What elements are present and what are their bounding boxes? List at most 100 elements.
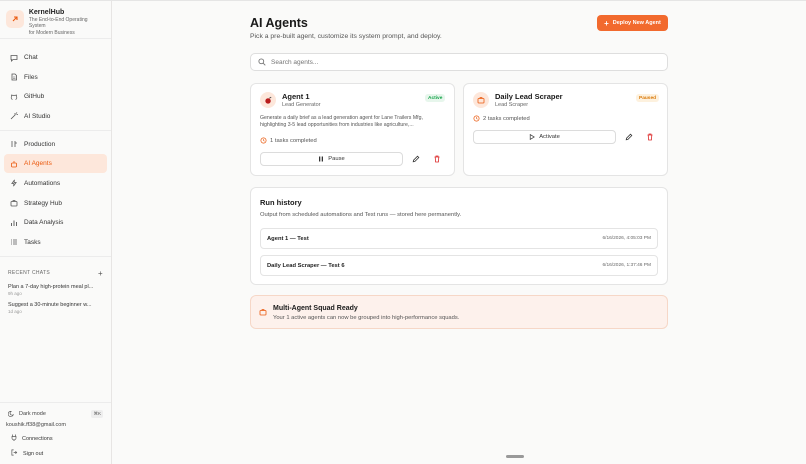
github-icon [9,92,18,101]
bot-icon [9,159,18,168]
agent-description-line: Generate a daily brief as a lead generat… [260,115,423,121]
file-icon [9,73,18,82]
activate-button-label: Activate [539,134,560,140]
squad-ready-banner: Multi-Agent Squad Ready Your 1 active ag… [250,295,668,329]
search-bar [250,53,668,71]
sidebar-item-label: AI Studio [24,112,51,120]
recent-chat-title: Plan a 7-day high-protein meal pl... [8,283,94,290]
logout-icon [11,449,18,458]
recent-chats-header: RECENT CHATS + [0,266,111,281]
brand-logo-icon [6,10,24,28]
tasks-icon [9,238,18,247]
dark-mode-toggle[interactable]: Dark mode ⌘K [6,407,105,420]
sidebar: KernelHub The End-to-End Operating Syste… [0,1,112,464]
sidebar-nav: Chat Files GitHub AI Studio Production A… [0,39,111,264]
sidebar-item-tasks[interactable]: Tasks [4,233,107,252]
sidebar-item-ai-agents[interactable]: AI Agents [4,154,107,174]
sidebar-item-label: Production [24,140,56,148]
run-history-title: Run history [260,198,302,207]
tasks-completed-label: 2 tasks completed [483,115,530,122]
activate-button[interactable]: Activate [473,130,616,144]
agent-role: Lead Scraper [495,102,529,108]
agent-role: Lead Generator [282,102,321,108]
scroll-handle[interactable] [506,455,524,458]
edit-icon[interactable] [623,131,635,143]
production-icon [9,140,18,149]
user-email: koushik.ff38@gmail.com [6,422,66,428]
run-history-panel: Run history Output from scheduled automa… [250,187,668,285]
squad-subtitle: Your 1 active agents can now be grouped … [273,315,460,321]
recent-chat-time: 9h ago [8,290,22,296]
run-history-row[interactable]: Daily Lead Scraper — Test 6 6/16/2026, 1… [260,255,658,276]
run-history-subtitle: Output from scheduled automations and Te… [260,212,462,218]
run-name: Daily Lead Scraper — Test 6 [267,262,345,269]
sidebar-item-data-analysis[interactable]: Data Analysis [4,213,107,232]
sidebar-item-files[interactable]: Files [4,68,107,87]
sidebar-item-label: Strategy Hub [24,199,62,207]
sidebar-item-label: Chat [24,54,38,61]
plus-icon: + [604,18,609,28]
pause-icon [318,156,324,162]
sidebar-item-production[interactable]: Production [4,135,107,154]
agent-name: Agent 1 [282,92,310,101]
recent-chat-item[interactable]: Suggest a 30-minute beginner w... 1d ago [0,299,111,317]
status-badge: Active [425,94,446,102]
pause-button-label: Pause [328,156,345,162]
sidebar-item-label: Data Analysis [24,219,64,227]
brand-tagline: The End-to-End Operating System [28,17,88,29]
dark-mode-row: Dark mode [8,410,46,417]
bar-chart-icon [9,218,18,227]
chat-icon [9,53,18,62]
sidebar-item-strategy-hub[interactable]: Strategy Hub [4,194,107,213]
play-icon [529,134,536,140]
sidebar-item-label: GitHub [24,93,45,101]
brand-tagline-2: for Modern Business [28,30,75,36]
run-timestamp: 6/16/2026, 1:37:46 PM [602,263,651,268]
main-content: AI Agents Pick a pre-built agent, custom… [112,1,806,464]
briefcase-icon [9,199,18,208]
deploy-button-label: Deploy New Agent [612,20,661,26]
sidebar-item-chat[interactable]: Chat [4,48,107,67]
connections-label: Connections [22,435,53,442]
clock-icon [260,137,267,144]
agent-avatar-icon [260,92,276,108]
moon-icon [8,410,14,417]
recent-chat-item[interactable]: Plan a 7-day high-protein meal pl... 9h … [0,281,111,299]
sidebar-item-label: Files [24,73,38,81]
briefcase-icon [259,308,267,316]
sidebar-item-label: Automations [24,179,61,187]
clock-icon [473,115,480,122]
bolt-icon [9,179,18,188]
search-input[interactable] [271,58,651,66]
connections-button[interactable]: Connections [6,431,105,446]
agent-description-line: highlighting 3-5 lead opportunities from… [260,122,414,128]
edit-icon[interactable] [410,153,422,165]
new-chat-plus-icon[interactable]: + [98,269,103,278]
wand-icon [9,112,18,121]
sidebar-item-github[interactable]: GitHub [4,87,107,106]
brand[interactable]: KernelHub The End-to-End Operating Syste… [0,1,111,39]
run-name: Agent 1 — Test [267,235,309,242]
delete-icon[interactable] [431,153,443,165]
agent-name: Daily Lead Scraper [495,92,563,101]
brand-name: KernelHub [28,9,65,16]
tasks-completed-label: 1 tasks completed [270,137,317,144]
deploy-new-agent-button[interactable]: + Deploy New Agent [597,15,668,31]
pause-button[interactable]: Pause [260,152,403,166]
sign-out-button[interactable]: Sign out [6,446,105,461]
squad-title: Multi-Agent Squad Ready [273,305,358,312]
sidebar-item-ai-studio[interactable]: AI Studio [4,107,107,126]
agent-card[interactable]: Agent 1 Lead Generator Active Generate a… [250,83,455,176]
delete-icon[interactable] [644,131,656,143]
dark-mode-label: Dark mode [19,410,46,417]
run-history-row[interactable]: Agent 1 — Test 6/16/2026, 4:05:03 PM [260,228,658,249]
recent-chat-time: 1d ago [8,308,22,314]
sign-out-label: Sign out [23,450,44,457]
recent-chat-title: Suggest a 30-minute beginner w... [8,301,92,308]
agent-card[interactable]: Daily Lead Scraper Lead Scraper Paused 2… [463,83,668,176]
plug-icon [11,434,17,443]
nav-divider [0,129,111,131]
agent-header: Agent 1 Lead Generator [260,92,321,108]
run-timestamp: 6/16/2026, 4:05:03 PM [602,236,651,241]
sidebar-item-automations[interactable]: Automations [4,174,107,193]
